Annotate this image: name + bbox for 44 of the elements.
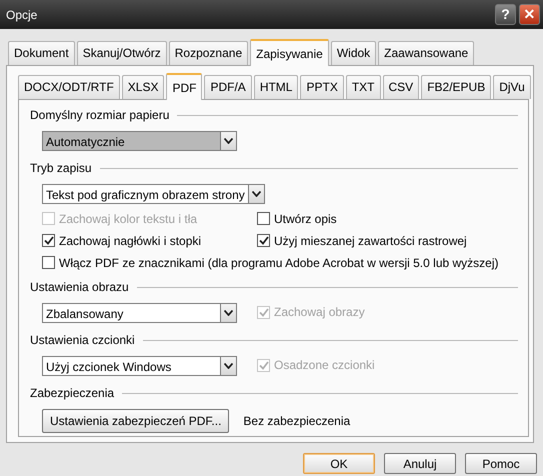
dropdown[interactable]: Automatycznie	[42, 131, 237, 151]
tab[interactable]: DOCX/ODT/RTF	[18, 75, 120, 99]
section-heading: Zabezpieczenia	[30, 384, 518, 402]
section-heading: Domyślny rozmiar papieru	[30, 106, 518, 124]
window-title: Opcje	[6, 6, 38, 24]
tab[interactable]: Skanuj/Otwórz	[76, 41, 167, 65]
tab[interactable]: Dokument	[8, 41, 75, 65]
tab[interactable]: PPTX	[300, 75, 344, 99]
tab[interactable]: PDF	[166, 73, 202, 100]
checkbox-label: Zachowaj kolor tekstu i tła	[59, 210, 198, 228]
tab[interactable]: Zapisywanie	[250, 39, 329, 66]
dropdown[interactable]: Użyj czcionek Windows	[42, 356, 237, 376]
section-heading: Ustawienia czcionki	[30, 331, 518, 349]
dropdown[interactable]: Zbalansowany	[42, 303, 237, 323]
tab[interactable]: Rozpoznane	[168, 41, 248, 65]
checkbox-label: Zachowaj obrazy	[274, 304, 365, 321]
dialog-button[interactable]: OK	[303, 453, 375, 474]
dialog-button[interactable]: Pomoc	[465, 453, 537, 474]
dialog-button[interactable]: Anuluj	[384, 453, 456, 474]
checkbox-label: Użyj mieszanej zawartości rastrowej	[274, 232, 467, 250]
checkbox-label: Zachowaj nagłówki i stopki	[59, 232, 202, 250]
checkbox-label: Utwórz opis	[274, 210, 337, 228]
tab[interactable]: HTML	[254, 75, 298, 99]
dropdown[interactable]: Tekst pod graficznym obrazem strony	[42, 184, 265, 204]
section-heading: Ustawienia obrazu	[30, 278, 518, 296]
tab[interactable]: DjVu	[493, 75, 531, 99]
help-button[interactable]: ?	[495, 4, 516, 25]
tab[interactable]: Zaawansowane	[378, 41, 474, 65]
security-settings-button[interactable]: Ustawienia zabezpieczeń PDF...	[42, 409, 230, 433]
close-button[interactable]: ✕	[519, 4, 540, 25]
checkbox-label: Włącz PDF ze znacznikami (dla programu Adobe Acrobat w wersji 5.0 lub wyższej)	[59, 254, 498, 272]
checkbox[interactable]	[42, 256, 55, 269]
tab[interactable]: TXT	[346, 75, 380, 99]
checkbox[interactable]	[257, 212, 270, 225]
tab[interactable]: FB2/EPUB	[421, 75, 492, 99]
tab[interactable]: PDF/A	[204, 75, 252, 99]
section-heading: Tryb zapisu	[30, 159, 518, 177]
tab[interactable]: XLSX	[122, 75, 164, 99]
checkbox[interactable]	[42, 234, 55, 247]
checkbox[interactable]	[257, 234, 270, 247]
checkbox-label: Osadzone czcionki	[274, 357, 375, 374]
tab[interactable]: Widok	[330, 41, 376, 65]
status-text: Bez zabezpieczenia	[243, 413, 350, 430]
tab[interactable]: CSV	[382, 75, 420, 99]
